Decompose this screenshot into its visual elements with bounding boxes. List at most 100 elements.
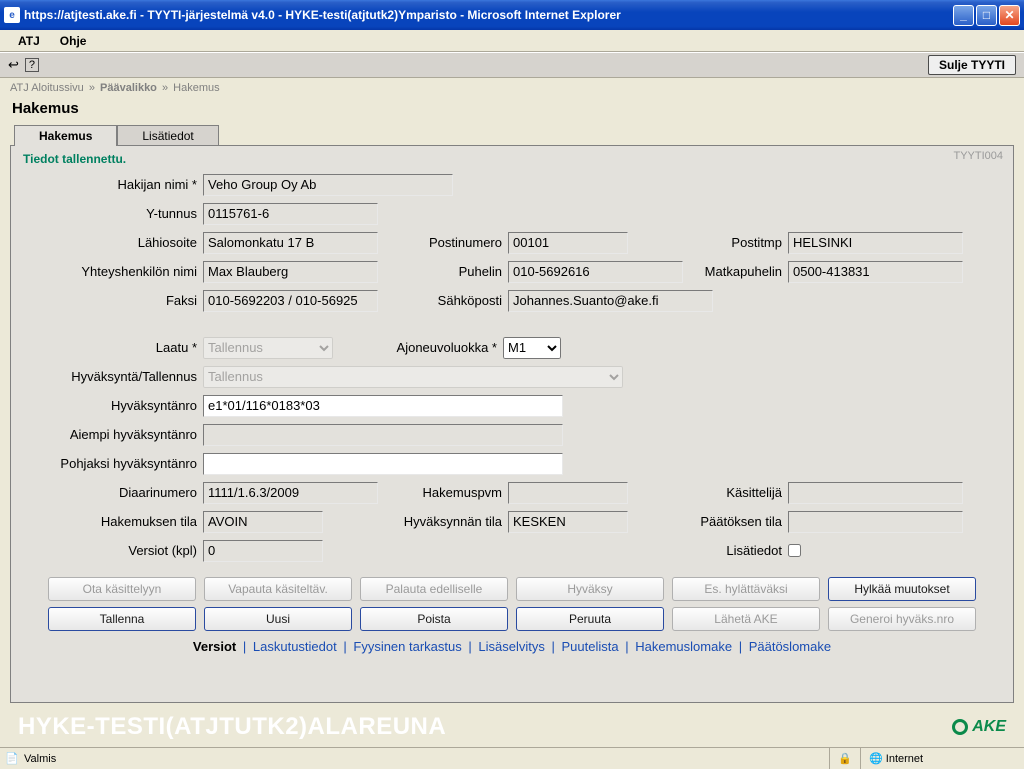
breadcrumb-item[interactable]: ATJ Aloitussivu — [10, 82, 84, 94]
yhteyshenkilo-field[interactable] — [203, 261, 378, 283]
close-tyyti-button[interactable]: Sulje TYYTI — [928, 55, 1016, 75]
palauta-button[interactable]: Palauta edelliselle — [360, 577, 508, 601]
hyvaksyntanro-field[interactable] — [203, 395, 563, 417]
link-puutelista[interactable]: Puutelista — [562, 639, 619, 654]
hakijan-nimi-field[interactable] — [203, 174, 453, 196]
postinumero-field[interactable] — [508, 232, 628, 254]
label-hyvaksynta-tallennus: Hyväksyntä/Tallennus — [23, 369, 203, 384]
label-pohjaksi: Pohjaksi hyväksyntänro — [23, 456, 203, 471]
lisatiedot-checkbox[interactable] — [788, 544, 801, 557]
tallenna-button[interactable]: Tallenna — [48, 607, 196, 631]
pohjaksi-field[interactable] — [203, 453, 563, 475]
hylkaa-muutokset-button[interactable]: Hylkää muutokset — [828, 577, 976, 601]
label-diaarinumero: Diaarinumero — [23, 485, 203, 500]
link-fyysinen[interactable]: Fyysinen tarkastus — [353, 639, 461, 654]
hakemuspvm-field[interactable] — [508, 482, 628, 504]
status-message: Tiedot tallennettu. — [23, 152, 1001, 166]
close-button[interactable]: ✕ — [999, 5, 1020, 26]
footer-brand: HYKE-TESTI(ATJTUTK2)ALAREUNA AKE — [0, 709, 1024, 747]
diaarinumero-field[interactable] — [203, 482, 378, 504]
aiempi-field[interactable] — [203, 424, 563, 446]
label-laatu: Laatu * — [23, 340, 203, 355]
toolbar: ↩ ? Sulje TYYTI — [0, 52, 1024, 78]
label-yhteyshenkilo: Yhteyshenkilön nimi — [23, 264, 203, 279]
panel-id: TYYTI004 — [953, 150, 1003, 162]
page-icon: 📄 — [4, 751, 20, 767]
link-laskutustiedot[interactable]: Laskutustiedot — [253, 639, 337, 654]
hyvaksynnan-tila-field[interactable] — [508, 511, 628, 533]
label-hyvaksynnan-tila: Hyväksynnän tila — [323, 514, 508, 529]
label-postinumero: Postinumero — [378, 235, 508, 250]
hyvaksy-button[interactable]: Hyväksy — [516, 577, 664, 601]
poista-button[interactable]: Poista — [360, 607, 508, 631]
breadcrumb-item[interactable]: Päävalikko — [100, 82, 157, 94]
env-name: HYKE-TESTI(ATJTUTK2)ALAREUNA — [18, 713, 446, 741]
label-ajoneuvoluokka: Ajoneuvoluokka * — [333, 340, 503, 355]
label-lisatiedot-cb: Lisätiedot — [628, 543, 788, 558]
link-bar: Versiot | Laskutustiedot | Fyysinen tark… — [23, 639, 1001, 654]
label-ytunnus: Y-tunnus — [23, 206, 203, 221]
link-paatoslomake[interactable]: Päätöslomake — [749, 639, 831, 654]
ake-ring-icon — [952, 719, 968, 735]
status-text: Valmis — [24, 753, 56, 765]
ake-logo: AKE — [952, 718, 1006, 736]
help-icon[interactable]: ? — [25, 58, 39, 72]
hakemuksen-tila-field[interactable] — [203, 511, 323, 533]
status-bar: 📄 Valmis 🔒 🌐 Internet — [0, 747, 1024, 769]
breadcrumb: ATJ Aloitussivu » Päävalikko » Hakemus — [0, 78, 1024, 98]
postitmp-field[interactable] — [788, 232, 963, 254]
peruuta-button[interactable]: Peruuta — [516, 607, 664, 631]
label-hakijan-nimi: Hakijan nimi * — [23, 177, 203, 192]
label-puhelin: Puhelin — [378, 264, 508, 279]
menu-atj[interactable]: ATJ — [8, 32, 50, 50]
label-sahkoposti: Sähköposti — [378, 293, 508, 308]
label-versiot: Versiot (kpl) — [23, 543, 203, 558]
tab-row: Hakemus Lisätiedot — [0, 123, 1024, 145]
es-hylattavaksi-button[interactable]: Es. hylättäväksi — [672, 577, 820, 601]
matkapuhelin-field[interactable] — [788, 261, 963, 283]
zone-text: Internet — [886, 753, 923, 765]
lahiosoite-field[interactable] — [203, 232, 378, 254]
ie-icon: e — [4, 7, 20, 23]
globe-icon: 🌐 — [869, 752, 883, 765]
tab-lisatiedot[interactable]: Lisätiedot — [117, 125, 218, 146]
puhelin-field[interactable] — [508, 261, 683, 283]
ytunnus-field[interactable] — [203, 203, 378, 225]
back-icon[interactable]: ↩ — [8, 57, 19, 73]
window-titlebar: e https://atjtesti.ake.fi - TYYTI-järjes… — [0, 0, 1024, 30]
maximize-button[interactable]: □ — [976, 5, 997, 26]
versiot-field[interactable] — [203, 540, 323, 562]
kasittelija-field[interactable] — [788, 482, 963, 504]
ota-kasittelyyn-button[interactable]: Ota käsittelyyn — [48, 577, 196, 601]
label-aiempi: Aiempi hyväksyntänro — [23, 427, 203, 442]
link-lisaselvitys[interactable]: Lisäselvitys — [478, 639, 544, 654]
minimize-button[interactable]: _ — [953, 5, 974, 26]
label-postitmp: Postitmp — [628, 235, 788, 250]
menu-ohje[interactable]: Ohje — [50, 32, 97, 50]
label-hyvaksyntanro: Hyväksyntänro — [23, 398, 203, 413]
label-kasittelija: Käsittelijä — [628, 485, 788, 500]
laatu-select[interactable]: Tallennus — [203, 337, 333, 359]
laheta-ake-button[interactable]: Lähetä AKE — [672, 607, 820, 631]
tab-hakemus[interactable]: Hakemus — [14, 125, 117, 146]
label-paatoksen-tila: Päätöksen tila — [628, 514, 788, 529]
lock-icon: 🔒 — [838, 752, 852, 765]
ajoneuvoluokka-select[interactable]: M1 — [503, 337, 561, 359]
sahkoposti-field[interactable] — [508, 290, 713, 312]
form-panel: Tiedot tallennettu. TYYTI004 Hakijan nim… — [10, 145, 1014, 703]
page-title: Hakemus — [0, 98, 1024, 123]
label-faksi: Faksi — [23, 293, 203, 308]
link-hakemuslomake[interactable]: Hakemuslomake — [635, 639, 732, 654]
faksi-field[interactable] — [203, 290, 378, 312]
vapauta-button[interactable]: Vapauta käsiteltäv. — [204, 577, 352, 601]
window-title: https://atjtesti.ake.fi - TYYTI-järjeste… — [24, 8, 953, 22]
uusi-button[interactable]: Uusi — [204, 607, 352, 631]
link-versiot[interactable]: Versiot — [193, 639, 236, 654]
hyvaksynta-tallennus-select[interactable]: Tallennus — [203, 366, 623, 388]
paatoksen-tila-field[interactable] — [788, 511, 963, 533]
breadcrumb-item: Hakemus — [173, 82, 219, 94]
label-matkapuhelin: Matkapuhelin — [683, 264, 788, 279]
label-hakemuksen-tila: Hakemuksen tila — [23, 514, 203, 529]
generoi-button[interactable]: Generoi hyväks.nro — [828, 607, 976, 631]
label-lahiosoite: Lähiosoite — [23, 235, 203, 250]
